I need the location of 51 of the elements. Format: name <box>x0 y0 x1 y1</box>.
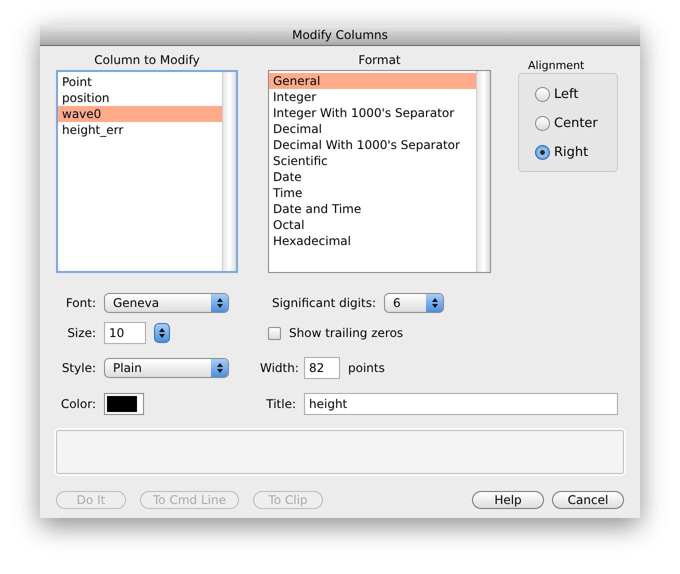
width-field[interactable]: 82 <box>304 357 340 379</box>
title-field[interactable]: height <box>304 393 618 415</box>
size-field[interactable]: 10 <box>104 322 146 344</box>
list-item[interactable]: Decimal With 1000's Separator <box>269 137 476 153</box>
list-item[interactable]: wave0 <box>58 106 222 122</box>
list-item[interactable]: Date <box>269 169 476 185</box>
list-item[interactable]: height_err <box>58 122 222 138</box>
dropdown[interactable]: 6 <box>384 293 444 313</box>
unit-label: points <box>348 360 385 377</box>
dropdown[interactable]: Geneva <box>104 293 229 313</box>
list-item[interactable]: Octal <box>269 217 476 233</box>
scrollbar[interactable] <box>476 71 490 272</box>
stepper[interactable] <box>154 323 170 343</box>
list-item[interactable]: General <box>269 73 476 89</box>
list-item[interactable]: Point <box>58 74 222 90</box>
list-item[interactable]: Integer <box>269 89 476 105</box>
list-item[interactable]: Hexadecimal <box>269 233 476 249</box>
radio-label[interactable]: Center <box>554 114 598 134</box>
checkbox-label[interactable]: Show trailing zeros <box>289 324 404 342</box>
up-down-arrows-icon <box>216 297 224 309</box>
radio-button[interactable] <box>535 116 550 131</box>
field-label: Color: <box>60 396 96 413</box>
group-label: Alignment <box>528 59 584 73</box>
radio-button[interactable] <box>535 145 550 160</box>
list-heading: Column to Modify <box>93 52 201 68</box>
up-down-arrows-icon <box>158 327 166 339</box>
field-label: Font: <box>64 295 96 312</box>
list-item[interactable]: Integer With 1000's Separator <box>269 105 476 121</box>
dialog-button[interactable]: Cancel <box>552 491 624 509</box>
list-item[interactable]: Time <box>269 185 476 201</box>
dialog-button[interactable]: Help <box>472 491 544 509</box>
up-down-arrows-icon <box>430 297 438 309</box>
list-item[interactable]: Scientific <box>269 153 476 169</box>
up-down-arrows-icon <box>216 362 224 374</box>
color-picker[interactable] <box>104 393 144 415</box>
radio-label[interactable]: Left <box>554 84 578 104</box>
radio-button[interactable] <box>535 87 550 102</box>
checkbox[interactable] <box>268 326 281 340</box>
field-label: Style: <box>60 360 96 377</box>
list-heading: Format <box>357 52 402 68</box>
field-label: Width: <box>260 360 296 377</box>
dropdown[interactable]: Plain <box>104 358 229 378</box>
field-label: Title: <box>265 396 296 413</box>
list-item[interactable]: Date and Time <box>269 201 476 217</box>
field-label: Significant digits: <box>270 295 376 312</box>
list-item[interactable]: position <box>58 90 222 106</box>
list-item[interactable]: Decimal <box>269 121 476 137</box>
field-label: Size: <box>66 325 96 342</box>
scrollbar[interactable] <box>222 72 236 271</box>
window-title: Modify Columns <box>40 25 640 46</box>
radio-label[interactable]: Right <box>554 142 588 162</box>
